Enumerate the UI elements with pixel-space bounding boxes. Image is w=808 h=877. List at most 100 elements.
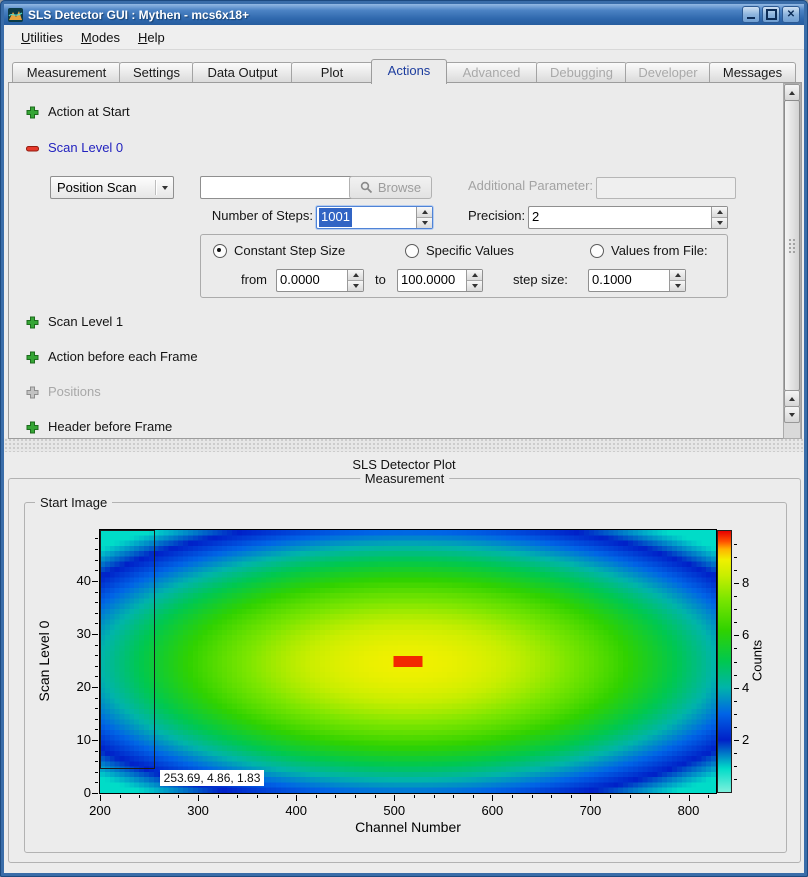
tab-advanced: Advanced (445, 62, 538, 83)
additional-parameter-input (596, 177, 736, 199)
expand-plus-icon[interactable] (26, 421, 39, 434)
spin-buttons (711, 207, 727, 228)
from-label: from (241, 272, 267, 288)
action-before-frame-row[interactable]: Action before each Frame (26, 349, 198, 365)
app-window: SLS Detector GUI : Mythen - mcs6x18+ ✕ U… (0, 0, 808, 877)
chevron-down-icon[interactable] (156, 186, 173, 190)
scan-script-input[interactable] (200, 176, 356, 199)
step-size-spinbox[interactable]: 0.1000 (588, 269, 686, 292)
tab-actions[interactable]: Actions (371, 59, 447, 84)
browse-button-label: Browse (378, 180, 421, 195)
radio-constant-label: Constant Step Size (234, 243, 345, 259)
scrollbar-thumb[interactable] (784, 100, 800, 391)
menu-help[interactable]: Help (129, 27, 174, 48)
menu-utilities[interactable]: Utilities (12, 27, 72, 48)
collapse-minus-icon[interactable] (26, 142, 39, 155)
browse-button: Browse (349, 176, 432, 199)
tab-plot[interactable]: Plot (291, 62, 373, 83)
precision-spinbox[interactable]: 2 (528, 206, 728, 229)
spin-down-button[interactable] (348, 281, 363, 291)
number-of-steps-label: Number of Steps: (159, 208, 313, 224)
plot-dock-title: SLS Detector Plot (352, 457, 455, 472)
scan-level-1-label: Scan Level 1 (48, 314, 123, 330)
radio-icon (590, 244, 604, 258)
start-image-group-title: Start Image (35, 495, 112, 511)
action-at-start-row[interactable]: Action at Start (26, 104, 130, 120)
tab-messages[interactable]: Messages (709, 62, 796, 83)
scan-level-0-row[interactable]: Scan Level 0 (26, 140, 123, 156)
additional-parameter-label: Additional Parameter: (468, 178, 593, 194)
vertical-scrollbar[interactable] (783, 83, 801, 439)
from-value: 0.0000 (277, 270, 347, 291)
window-controls: ✕ (742, 6, 800, 23)
actions-scroll-area[interactable]: Action at Start Scan Level 0 Position Sc… (9, 83, 783, 436)
header-before-frame-row[interactable]: Header before Frame (26, 419, 172, 435)
radio-specific-values[interactable]: Specific Values (405, 243, 514, 259)
step-size-value: 0.1000 (589, 270, 669, 291)
close-button[interactable]: ✕ (782, 6, 800, 23)
close-icon: ✕ (787, 10, 795, 20)
expand-plus-icon-disabled (26, 386, 39, 399)
positions-label: Positions (48, 384, 101, 400)
start-image-group: Start Image (24, 502, 787, 853)
arrow-down-icon (789, 413, 795, 417)
spin-up-button[interactable] (348, 270, 363, 281)
step-size-label: step size: (513, 272, 568, 288)
header-before-frame-label: Header before Frame (48, 419, 172, 435)
number-of-steps-value: 1001 (319, 208, 352, 227)
precision-value: 2 (529, 207, 711, 228)
number-of-steps-spinbox[interactable]: 1001 (316, 206, 433, 229)
to-value: 100.0000 (398, 270, 466, 291)
scan-level-0-label: Scan Level 0 (48, 140, 123, 156)
minimize-icon (747, 17, 755, 19)
radio-specific-label: Specific Values (426, 243, 514, 259)
tab-debugging: Debugging (536, 62, 627, 83)
spin-buttons (416, 207, 432, 228)
radio-checked-icon (213, 244, 227, 258)
precision-label: Precision: (468, 208, 525, 224)
action-at-start-label: Action at Start (48, 104, 130, 120)
tab-settings[interactable]: Settings (119, 62, 194, 83)
measurement-group-title: Measurement (360, 471, 449, 487)
radio-icon (405, 244, 419, 258)
action-before-frame-label: Action before each Frame (48, 349, 198, 365)
spin-up-button[interactable] (670, 270, 685, 281)
splitter-handle[interactable] (4, 438, 804, 452)
tab-measurement[interactable]: Measurement (12, 62, 121, 83)
app-icon (8, 8, 23, 22)
menubar: Utilities Modes Help (4, 25, 804, 50)
tab-data-output[interactable]: Data Output (192, 62, 293, 83)
to-spinbox[interactable]: 100.0000 (397, 269, 483, 292)
scroll-up-button-2[interactable] (784, 390, 800, 407)
radio-file-label: Values from File: (611, 243, 708, 259)
scan-level-1-row[interactable]: Scan Level 1 (26, 314, 123, 330)
spin-up-button[interactable] (712, 207, 727, 218)
browse-icon (360, 181, 373, 194)
window-titlebar[interactable]: SLS Detector GUI : Mythen - mcs6x18+ ✕ (4, 4, 804, 25)
minimize-button[interactable] (742, 6, 760, 23)
radio-values-from-file[interactable]: Values from File: (590, 243, 708, 259)
spin-up-button[interactable] (417, 207, 432, 218)
scroll-up-button[interactable] (784, 84, 800, 101)
spin-up-button[interactable] (467, 270, 482, 281)
spin-down-button[interactable] (467, 281, 482, 291)
expand-plus-icon[interactable] (26, 316, 39, 329)
to-label: to (375, 272, 386, 288)
arrow-up-icon (789, 91, 795, 95)
scan-mode-value: Position Scan (51, 180, 155, 195)
window-title: SLS Detector GUI : Mythen - mcs6x18+ (28, 8, 742, 22)
radio-constant-step-size[interactable]: Constant Step Size (213, 243, 345, 259)
scan-mode-select[interactable]: Position Scan (50, 176, 174, 199)
spin-down-button[interactable] (417, 218, 432, 228)
from-spinbox[interactable]: 0.0000 (276, 269, 364, 292)
menu-modes[interactable]: Modes (72, 27, 129, 48)
spin-down-button[interactable] (670, 281, 685, 291)
spin-down-button[interactable] (712, 218, 727, 228)
expand-plus-icon[interactable] (26, 106, 39, 119)
maximize-button[interactable] (762, 6, 780, 23)
expand-plus-icon[interactable] (26, 351, 39, 364)
tab-developer: Developer (625, 62, 711, 83)
positions-row: Positions (26, 384, 101, 400)
maximize-icon (766, 9, 777, 20)
scroll-down-button[interactable] (784, 406, 800, 423)
